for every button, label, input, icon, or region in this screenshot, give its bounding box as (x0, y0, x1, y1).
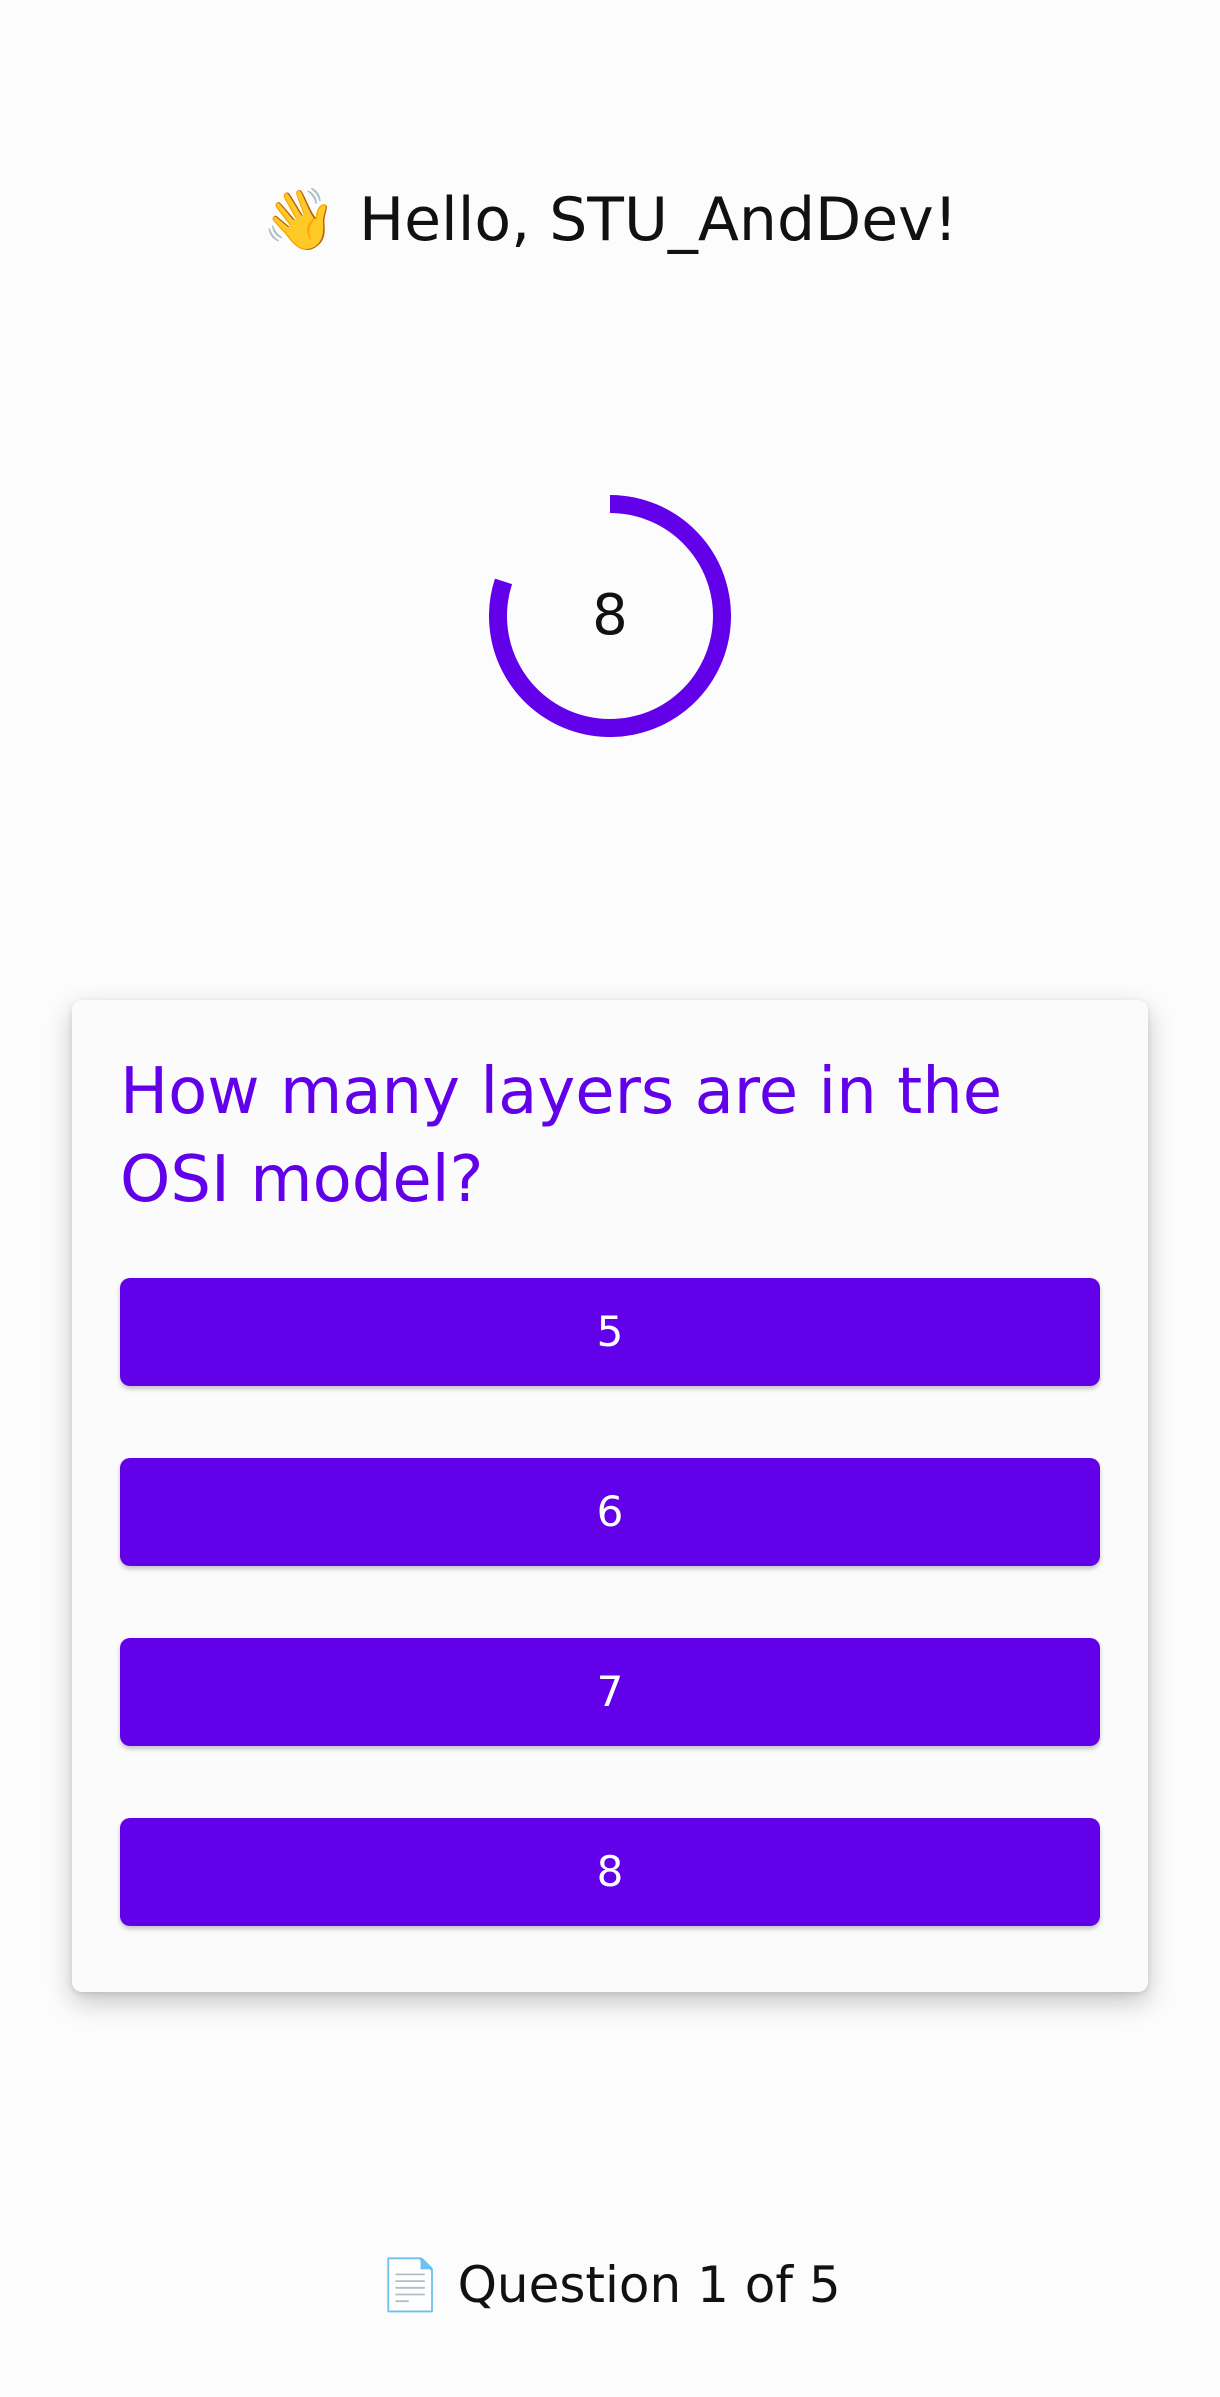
answer-list: 5 6 7 8 (120, 1278, 1100, 1998)
document-icon: 📄 (379, 2256, 442, 2314)
question-progress-text: Question 1 of 5 (457, 2256, 841, 2314)
answer-button-2[interactable]: 6 (120, 1458, 1100, 1566)
countdown-value: 8 (592, 583, 628, 648)
greeting-text: Hello, STU_AndDev! (359, 185, 958, 255)
answer-button-1[interactable]: 5 (120, 1278, 1100, 1386)
greeting-header: 👋 Hello, STU_AndDev! (0, 180, 1220, 260)
question-text: How many layers are in the OSI model? (120, 1055, 1003, 1217)
countdown-timer: 8 (489, 495, 731, 737)
answer-button-3[interactable]: 7 (120, 1638, 1100, 1746)
answer-button-4[interactable]: 8 (120, 1818, 1100, 1926)
question-progress: 📄 Question 1 of 5 (0, 2250, 1220, 2320)
question-card: How many layers are in the OSI model? 5 … (72, 1000, 1148, 1992)
quiz-screen: 👋 Hello, STU_AndDev! 8 How many layers ar… (0, 0, 1220, 2397)
waving-hand-icon: 👋 (262, 185, 337, 255)
